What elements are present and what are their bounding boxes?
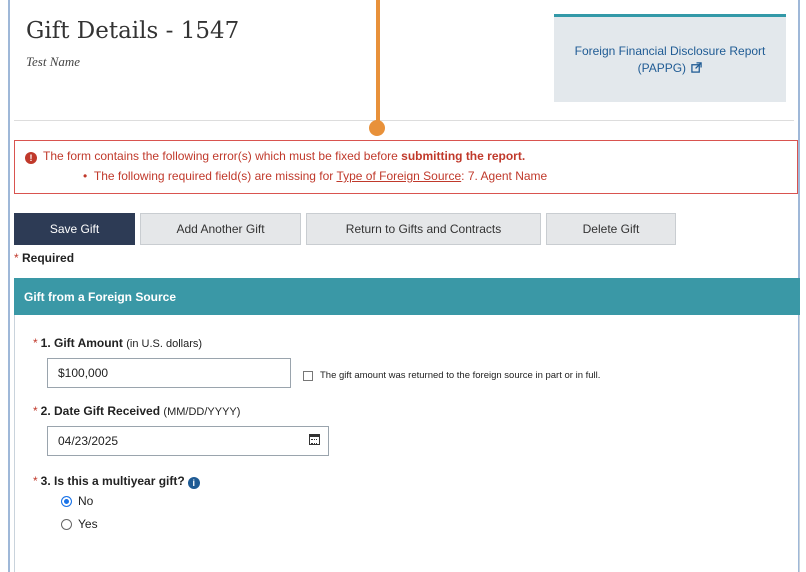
annotation-dot xyxy=(369,120,385,136)
page-title: Gift Details - 1547 xyxy=(26,18,240,44)
multiyear-no-label: No xyxy=(78,494,94,508)
exclamation-circle-icon: ! xyxy=(25,152,37,164)
gift-returned-label: The gift amount was returned to the fore… xyxy=(320,370,601,381)
page-subtitle: Test Name xyxy=(26,54,81,69)
gift-returned-checkbox[interactable] xyxy=(303,371,313,381)
type-of-foreign-source-link[interactable]: Type of Foreign Source xyxy=(336,169,461,183)
gift-amount-label: * 1. Gift Amount (in U.S. dollars) xyxy=(33,336,203,350)
required-note: * Required xyxy=(14,251,75,265)
date-received-hint: (MM/DD/YYYY) xyxy=(163,406,241,418)
section-body: * 1. Gift Amount (in U.S. dollars) $100,0… xyxy=(14,315,800,572)
report-link-label: Foreign Financial Disclosure Report (PAP… xyxy=(574,43,766,75)
delete-gift-button[interactable]: Delete Gift xyxy=(546,213,676,245)
required-note-text: Required xyxy=(22,251,75,265)
date-received-value: 04/23/2025 xyxy=(58,434,119,448)
save-gift-button[interactable]: Save Gift xyxy=(14,213,135,245)
info-icon[interactable]: i xyxy=(187,477,200,489)
date-received-label: * 2. Date Gift Received (MM/DD/YYYY) xyxy=(33,404,241,418)
date-received-label-text: 2. Date Gift Received xyxy=(40,404,161,418)
gift-amount-hint: (in U.S. dollars) xyxy=(126,338,203,350)
multiyear-label: * 3. Is this a multiyear gift? i xyxy=(33,474,200,489)
multiyear-yes-label: Yes xyxy=(78,517,98,531)
foreign-financial-disclosure-report-link[interactable]: Foreign Financial Disclosure Report (PAP… xyxy=(554,14,786,102)
error-summary: ! The form contains the following error(s… xyxy=(14,140,798,194)
bullet: • xyxy=(83,169,94,183)
error-line-2: • The following required field(s) are mi… xyxy=(25,169,787,183)
gift-amount-value: $100,000 xyxy=(58,366,109,380)
calendar-icon[interactable] xyxy=(309,434,320,445)
error-detail-suffix: : 7. Agent Name xyxy=(461,169,548,183)
annotation-line xyxy=(376,0,380,124)
error-message: The form contains the following error(s)… xyxy=(43,149,402,163)
multiyear-label-text: 3. Is this a multiyear gift? xyxy=(40,474,185,488)
multiyear-yes-radio[interactable] xyxy=(61,519,72,530)
gift-amount-input[interactable]: $100,000 xyxy=(47,358,291,388)
error-detail: The following required field(s) are miss… xyxy=(93,169,337,183)
multiyear-no-radio[interactable] xyxy=(61,496,72,507)
external-link-icon xyxy=(691,61,703,73)
section-header: Gift from a Foreign Source xyxy=(14,278,800,315)
return-to-gifts-button[interactable]: Return to Gifts and Contracts xyxy=(306,213,541,245)
gift-amount-label-text: 1. Gift Amount xyxy=(40,336,123,350)
action-toolbar: Save Gift Add Another Gift Return to Gif… xyxy=(14,213,681,245)
add-another-gift-button[interactable]: Add Another Gift xyxy=(140,213,301,245)
error-line-1: ! The form contains the following error(s… xyxy=(25,149,787,164)
error-message-bold: submitting the report. xyxy=(401,149,526,163)
date-received-input[interactable]: 04/23/2025 xyxy=(47,426,329,456)
header-divider xyxy=(14,120,794,121)
